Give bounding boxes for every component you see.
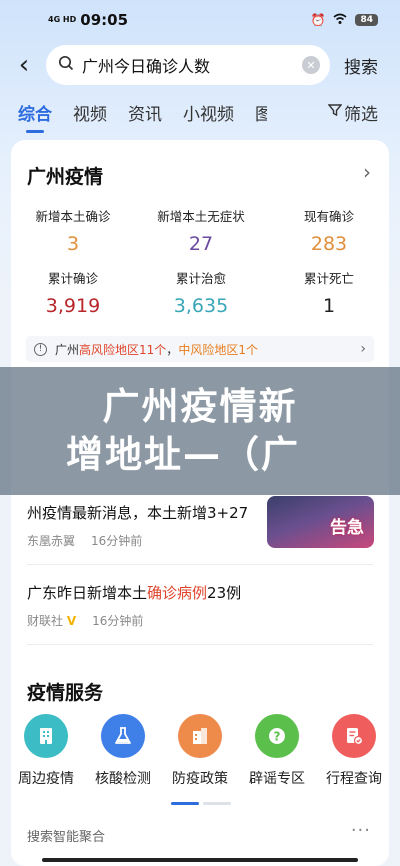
stat-total-confirmed: 累计确诊 3,919 xyxy=(13,268,133,317)
stat-value: 3,635 xyxy=(173,295,229,317)
stat-value: 3 xyxy=(66,233,80,255)
risk-prefix: 广州 xyxy=(55,342,80,357)
stat-total-cured: 累计治愈 3,635 xyxy=(141,268,261,317)
stat-label: 累计死亡 xyxy=(303,271,354,286)
epidemic-card: 广州疫情 › 新增本土确诊 3 新增本土无症状 27 现有确诊 283 累计确诊… xyxy=(11,140,389,866)
home-indicator[interactable] xyxy=(42,858,358,862)
more-icon[interactable]: ··· xyxy=(351,820,371,841)
wifi-icon xyxy=(333,13,347,28)
thumbnail-tag: 告急 xyxy=(330,518,364,538)
news-source: 东凰赤翼 xyxy=(27,534,76,548)
stat-label: 新增本土确诊 xyxy=(35,209,111,224)
tab-images[interactable]: 图 xyxy=(255,100,267,125)
result-tabs: 综合 视频 资讯 小视频 图 筛选 xyxy=(0,92,400,133)
service-label: 周边疫情 xyxy=(18,771,74,787)
stat-value: 1 xyxy=(322,295,336,317)
news-title[interactable]: 广东昨日新增本土确诊病例23例 xyxy=(27,582,241,603)
risk-separator: ， xyxy=(166,342,179,357)
news-title[interactable]: 州疫情最新消息，本土新增3+27 xyxy=(27,502,248,523)
services-title: 疫情服务 xyxy=(27,682,104,704)
service-itinerary-query[interactable]: 行程查询 xyxy=(319,714,389,788)
filter-icon xyxy=(327,103,343,121)
alarm-icon: ⏰ xyxy=(310,13,326,27)
overlay-banner: 广州疫情新 增地址—（广 xyxy=(0,367,400,495)
tab-video[interactable]: 视频 xyxy=(73,100,107,125)
search-header: ‹ ✕ 搜索 xyxy=(0,44,400,86)
stat-total-deaths: 累计死亡 1 xyxy=(269,268,389,317)
service-label: 辟谣专区 xyxy=(249,771,305,787)
signal-indicator: 4G HD xyxy=(48,15,77,24)
overlay-title-line-1: 广州疫情新 xyxy=(102,385,298,428)
battery-indicator: 84 xyxy=(355,14,378,26)
policy-icon xyxy=(178,714,222,758)
filter-label: 筛选 xyxy=(344,104,378,125)
stat-new-local-asymptomatic: 新增本土无症状 27 xyxy=(141,206,261,255)
status-time: 09:05 xyxy=(80,11,129,29)
svg-text:?: ? xyxy=(274,730,281,744)
overlay-title-line-2: 增地址—（广 xyxy=(66,433,300,476)
stat-current-confirmed: 现有确诊 283 xyxy=(269,206,389,255)
stat-label: 现有确诊 xyxy=(303,209,354,224)
news-source-name: 财联社 xyxy=(27,614,64,628)
risk-area-bar[interactable]: ! 广州 高风险地区11个 ， 中风险地区1个 › xyxy=(26,336,374,362)
search-button[interactable]: 搜索 xyxy=(344,53,378,78)
clear-icon[interactable]: ✕ xyxy=(302,56,320,74)
tab-all[interactable]: 综合 xyxy=(18,100,52,133)
service-rumor-debunk[interactable]: ? 辟谣专区 xyxy=(242,714,312,788)
news-thumbnail[interactable]: 告急 xyxy=(267,496,374,548)
news-title-highlight: 确诊病例 xyxy=(147,584,208,602)
divider xyxy=(27,564,373,565)
building-icon xyxy=(24,714,68,758)
service-label: 行程查询 xyxy=(326,771,382,787)
chevron-right-icon: › xyxy=(360,341,366,357)
stat-label: 累计确诊 xyxy=(47,271,98,286)
service-label: 防疫政策 xyxy=(172,771,228,787)
divider xyxy=(27,644,373,645)
news-meta: 财联社 V 16分钟前 xyxy=(27,612,143,629)
card-title[interactable]: 广州疫情 xyxy=(27,162,103,189)
tab-news[interactable]: 资讯 xyxy=(128,100,162,125)
page-indicator-active xyxy=(171,802,199,805)
stat-label: 累计治愈 xyxy=(175,271,226,286)
mid-risk-count: 中风险地区1个 xyxy=(178,342,258,357)
status-bar: 4G HD 09:05 ⏰ 84 xyxy=(0,0,400,40)
stat-value: 27 xyxy=(188,233,214,255)
service-nearby-epidemic[interactable]: 周边疫情 xyxy=(11,714,81,788)
aggregation-label: 搜索智能聚合 xyxy=(27,830,106,845)
flask-icon xyxy=(101,714,145,758)
filter-button[interactable]: 筛选 xyxy=(327,100,378,125)
news-source: 财联社 V xyxy=(27,612,76,629)
high-risk-count: 高风险地区11个 xyxy=(79,342,167,357)
back-arrow-icon[interactable]: ‹ xyxy=(4,50,44,80)
question-icon: ? xyxy=(255,714,299,758)
search-icon xyxy=(58,55,74,76)
stat-value: 283 xyxy=(310,233,348,255)
stat-new-local-confirmed: 新增本土确诊 3 xyxy=(13,206,133,255)
news-title-prefix: 广东昨日新增本土 xyxy=(27,584,148,602)
stat-value: 3,919 xyxy=(45,295,101,317)
news-meta: 东凰赤翼 16分钟前 xyxy=(27,532,142,549)
tab-short-video[interactable]: 小视频 xyxy=(183,100,234,125)
service-nucleic-test[interactable]: 核酸检测 xyxy=(88,714,158,788)
news-time: 16分钟前 xyxy=(91,534,143,548)
search-box[interactable]: ✕ xyxy=(46,45,330,85)
search-input[interactable] xyxy=(82,55,302,75)
itinerary-icon xyxy=(332,714,376,758)
service-prevention-policy[interactable]: 防疫政策 xyxy=(165,714,235,788)
service-label: 核酸检测 xyxy=(95,771,151,787)
page-indicator xyxy=(171,802,231,805)
news-title-suffix: 23例 xyxy=(207,584,242,602)
chevron-right-icon[interactable]: › xyxy=(363,160,371,184)
info-icon: ! xyxy=(34,342,47,356)
news-time: 16分钟前 xyxy=(92,614,144,628)
stat-label: 新增本土无症状 xyxy=(157,209,245,224)
page-indicator-inactive xyxy=(203,802,231,805)
verified-badge-icon: V xyxy=(66,614,77,628)
